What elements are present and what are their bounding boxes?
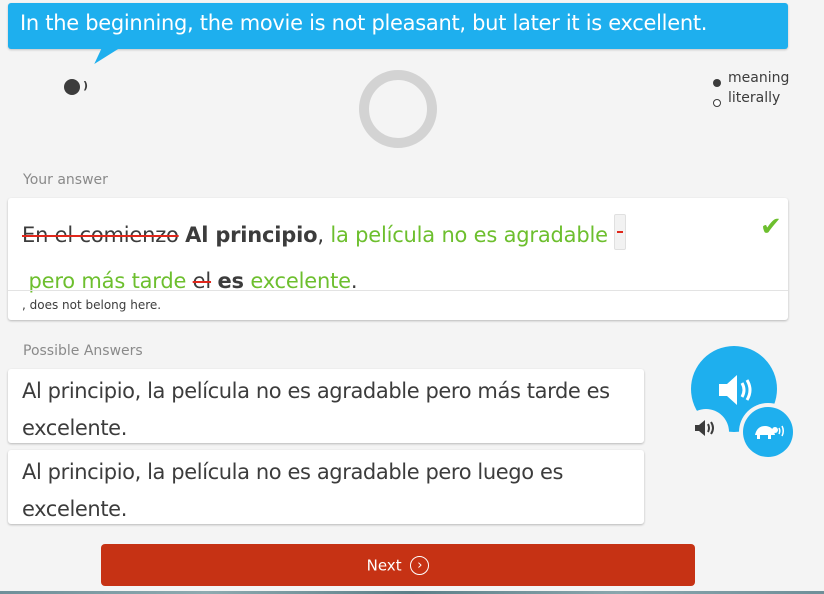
your-answer-label: Your answer <box>23 172 108 188</box>
possible-answer-text: Al principio, la película no es agradabl… <box>22 379 610 440</box>
answer-token-wrong: En el comienzo <box>22 223 179 247</box>
turtle-icon <box>755 425 784 439</box>
prompt-bubble: In the beginning, the movie is not pleas… <box>8 3 788 49</box>
speaker-icon[interactable] <box>64 79 80 95</box>
radio-selected-icon[interactable] <box>713 79 721 87</box>
feedback-divider <box>8 290 788 291</box>
possible-answer-item: Al principio, la película no es agradabl… <box>8 450 644 524</box>
mode-option-literally[interactable]: literally <box>710 88 789 108</box>
chevron-right-icon: › <box>410 556 430 575</box>
possible-answers-label: Possible Answers <box>23 343 143 359</box>
next-button-label: Next <box>366 556 402 575</box>
answer-token-correct: la película no es agradable <box>330 223 608 247</box>
possible-answer-item: Al principio, la película no es agradabl… <box>8 369 644 443</box>
mode-label-literally: literally <box>728 90 781 106</box>
extra-token-marker <box>614 214 627 250</box>
progress-ring-icon <box>359 70 437 148</box>
mode-label-meaning: meaning <box>728 70 790 86</box>
slow-audio-button[interactable] <box>743 407 793 457</box>
answer-token-missing: Al principio <box>185 223 318 247</box>
prompt-bubble-tail <box>94 48 120 64</box>
next-button[interactable]: Next › <box>101 544 695 586</box>
possible-answer-text: Al principio, la película no es agradabl… <box>22 460 564 521</box>
translation-mode-toggle[interactable]: meaning literally <box>710 68 789 108</box>
mode-option-meaning[interactable]: meaning <box>710 68 789 88</box>
radio-unselected-icon[interactable] <box>713 99 721 107</box>
feedback-message: , does not belong here. <box>22 298 162 312</box>
prompt-text: In the beginning, the movie is not pleas… <box>20 11 708 35</box>
checkmark-icon: ✔ <box>760 212 782 242</box>
sound-waves-icon: ) <box>83 79 89 92</box>
speaker-icon <box>719 375 752 405</box>
small-speaker-icon[interactable] <box>694 419 716 437</box>
answer-token-plain: , <box>317 223 331 247</box>
your-answer-card: En el comienzo Al principio, la película… <box>8 198 788 320</box>
